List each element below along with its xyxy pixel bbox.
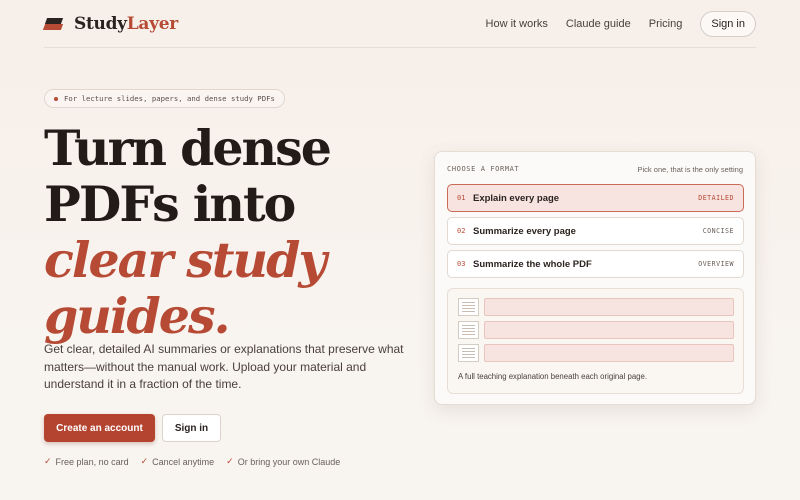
nav-how-it-works[interactable]: How it works (486, 18, 548, 30)
perk-text: Cancel anytime (152, 456, 215, 467)
header-sign-in-button[interactable]: Sign in (700, 11, 756, 37)
page-thumbnail-icon (458, 298, 479, 316)
logo-layers-icon (42, 16, 66, 32)
hero-description: Get clear, detailed AI summaries or expl… (44, 342, 404, 391)
headline-accent-2: guides. (44, 287, 231, 345)
option-label: Explain every page (473, 192, 560, 204)
preview-row (458, 321, 734, 339)
explanation-block (484, 298, 734, 316)
brand-name-part1: Study (74, 14, 127, 34)
perks-list: ✓ Free plan, no card ✓ Cancel anytime ✓ Or … (44, 456, 352, 467)
brand-name-part2: Layer (126, 14, 178, 34)
headline-line-1: Turn dense (44, 119, 332, 177)
hero-headline: Turn dense PDFs into clear study guides. (44, 119, 332, 345)
option-tag: CONCISE (702, 227, 734, 235)
card-header: CHOOSE A FORMAT Pick one, that is the on… (447, 165, 743, 174)
preview-row (458, 298, 734, 316)
audience-pill: For lecture slides, papers, and dense st… (44, 89, 285, 108)
format-option-explain[interactable]: 01 Explain every page DETAILED (447, 184, 744, 212)
option-label: Summarize every page (473, 225, 576, 237)
perk-text: Free plan, no card (55, 456, 129, 467)
preview-caption: A full teaching explanation beneath each… (458, 372, 648, 381)
pill-text: For lecture slides, papers, and dense st… (64, 94, 275, 103)
format-preview: A full teaching explanation beneath each… (447, 288, 744, 394)
option-tag: OVERVIEW (698, 260, 734, 268)
nav-pricing[interactable]: Pricing (649, 18, 683, 30)
page-thumbnail-icon (458, 321, 479, 339)
top-nav: How it works Claude guide Pricing Sign i… (486, 11, 756, 37)
perk-item: ✓ Cancel anytime (141, 456, 215, 467)
preview-row (458, 344, 734, 362)
page-thumbnail-icon (458, 344, 479, 362)
check-icon: ✓ (44, 456, 52, 466)
logo[interactable]: StudyLayer (42, 14, 178, 34)
sign-in-button[interactable]: Sign in (162, 414, 221, 442)
site-header: StudyLayer How it works Claude guide Pri… (42, 0, 756, 48)
perk-item: ✓ Or bring your own Claude (226, 456, 340, 467)
check-icon: ✓ (140, 456, 149, 466)
format-option-summarize-page[interactable]: 02 Summarize every page CONCISE (447, 217, 744, 245)
perk-item: ✓ Free plan, no card (44, 456, 129, 467)
option-number: 03 (457, 260, 466, 268)
pill-dot-icon (54, 96, 58, 101)
perk-text: Or bring your own Claude (237, 456, 341, 467)
explanation-block (484, 344, 734, 362)
headline-line-2: PDFs into (44, 175, 296, 233)
option-number: 01 (457, 194, 466, 202)
format-picker-card: CHOOSE A FORMAT Pick one, that is the on… (434, 151, 756, 405)
check-icon: ✓ (226, 456, 234, 466)
brand-name: StudyLayer (74, 14, 178, 34)
nav-claude-guide[interactable]: Claude guide (566, 18, 631, 30)
headline-accent-1: clear study (44, 231, 327, 289)
option-tag: DETAILED (698, 194, 734, 202)
card-label: CHOOSE A FORMAT (447, 165, 520, 173)
option-label: Summarize the whole PDF (473, 258, 592, 270)
card-hint: Pick one, that is the only setting (637, 165, 743, 174)
option-number: 02 (457, 227, 466, 235)
create-account-button[interactable]: Create an account (44, 414, 155, 442)
explanation-block (484, 321, 734, 339)
format-option-summarize-pdf[interactable]: 03 Summarize the whole PDF OVERVIEW (447, 250, 744, 278)
